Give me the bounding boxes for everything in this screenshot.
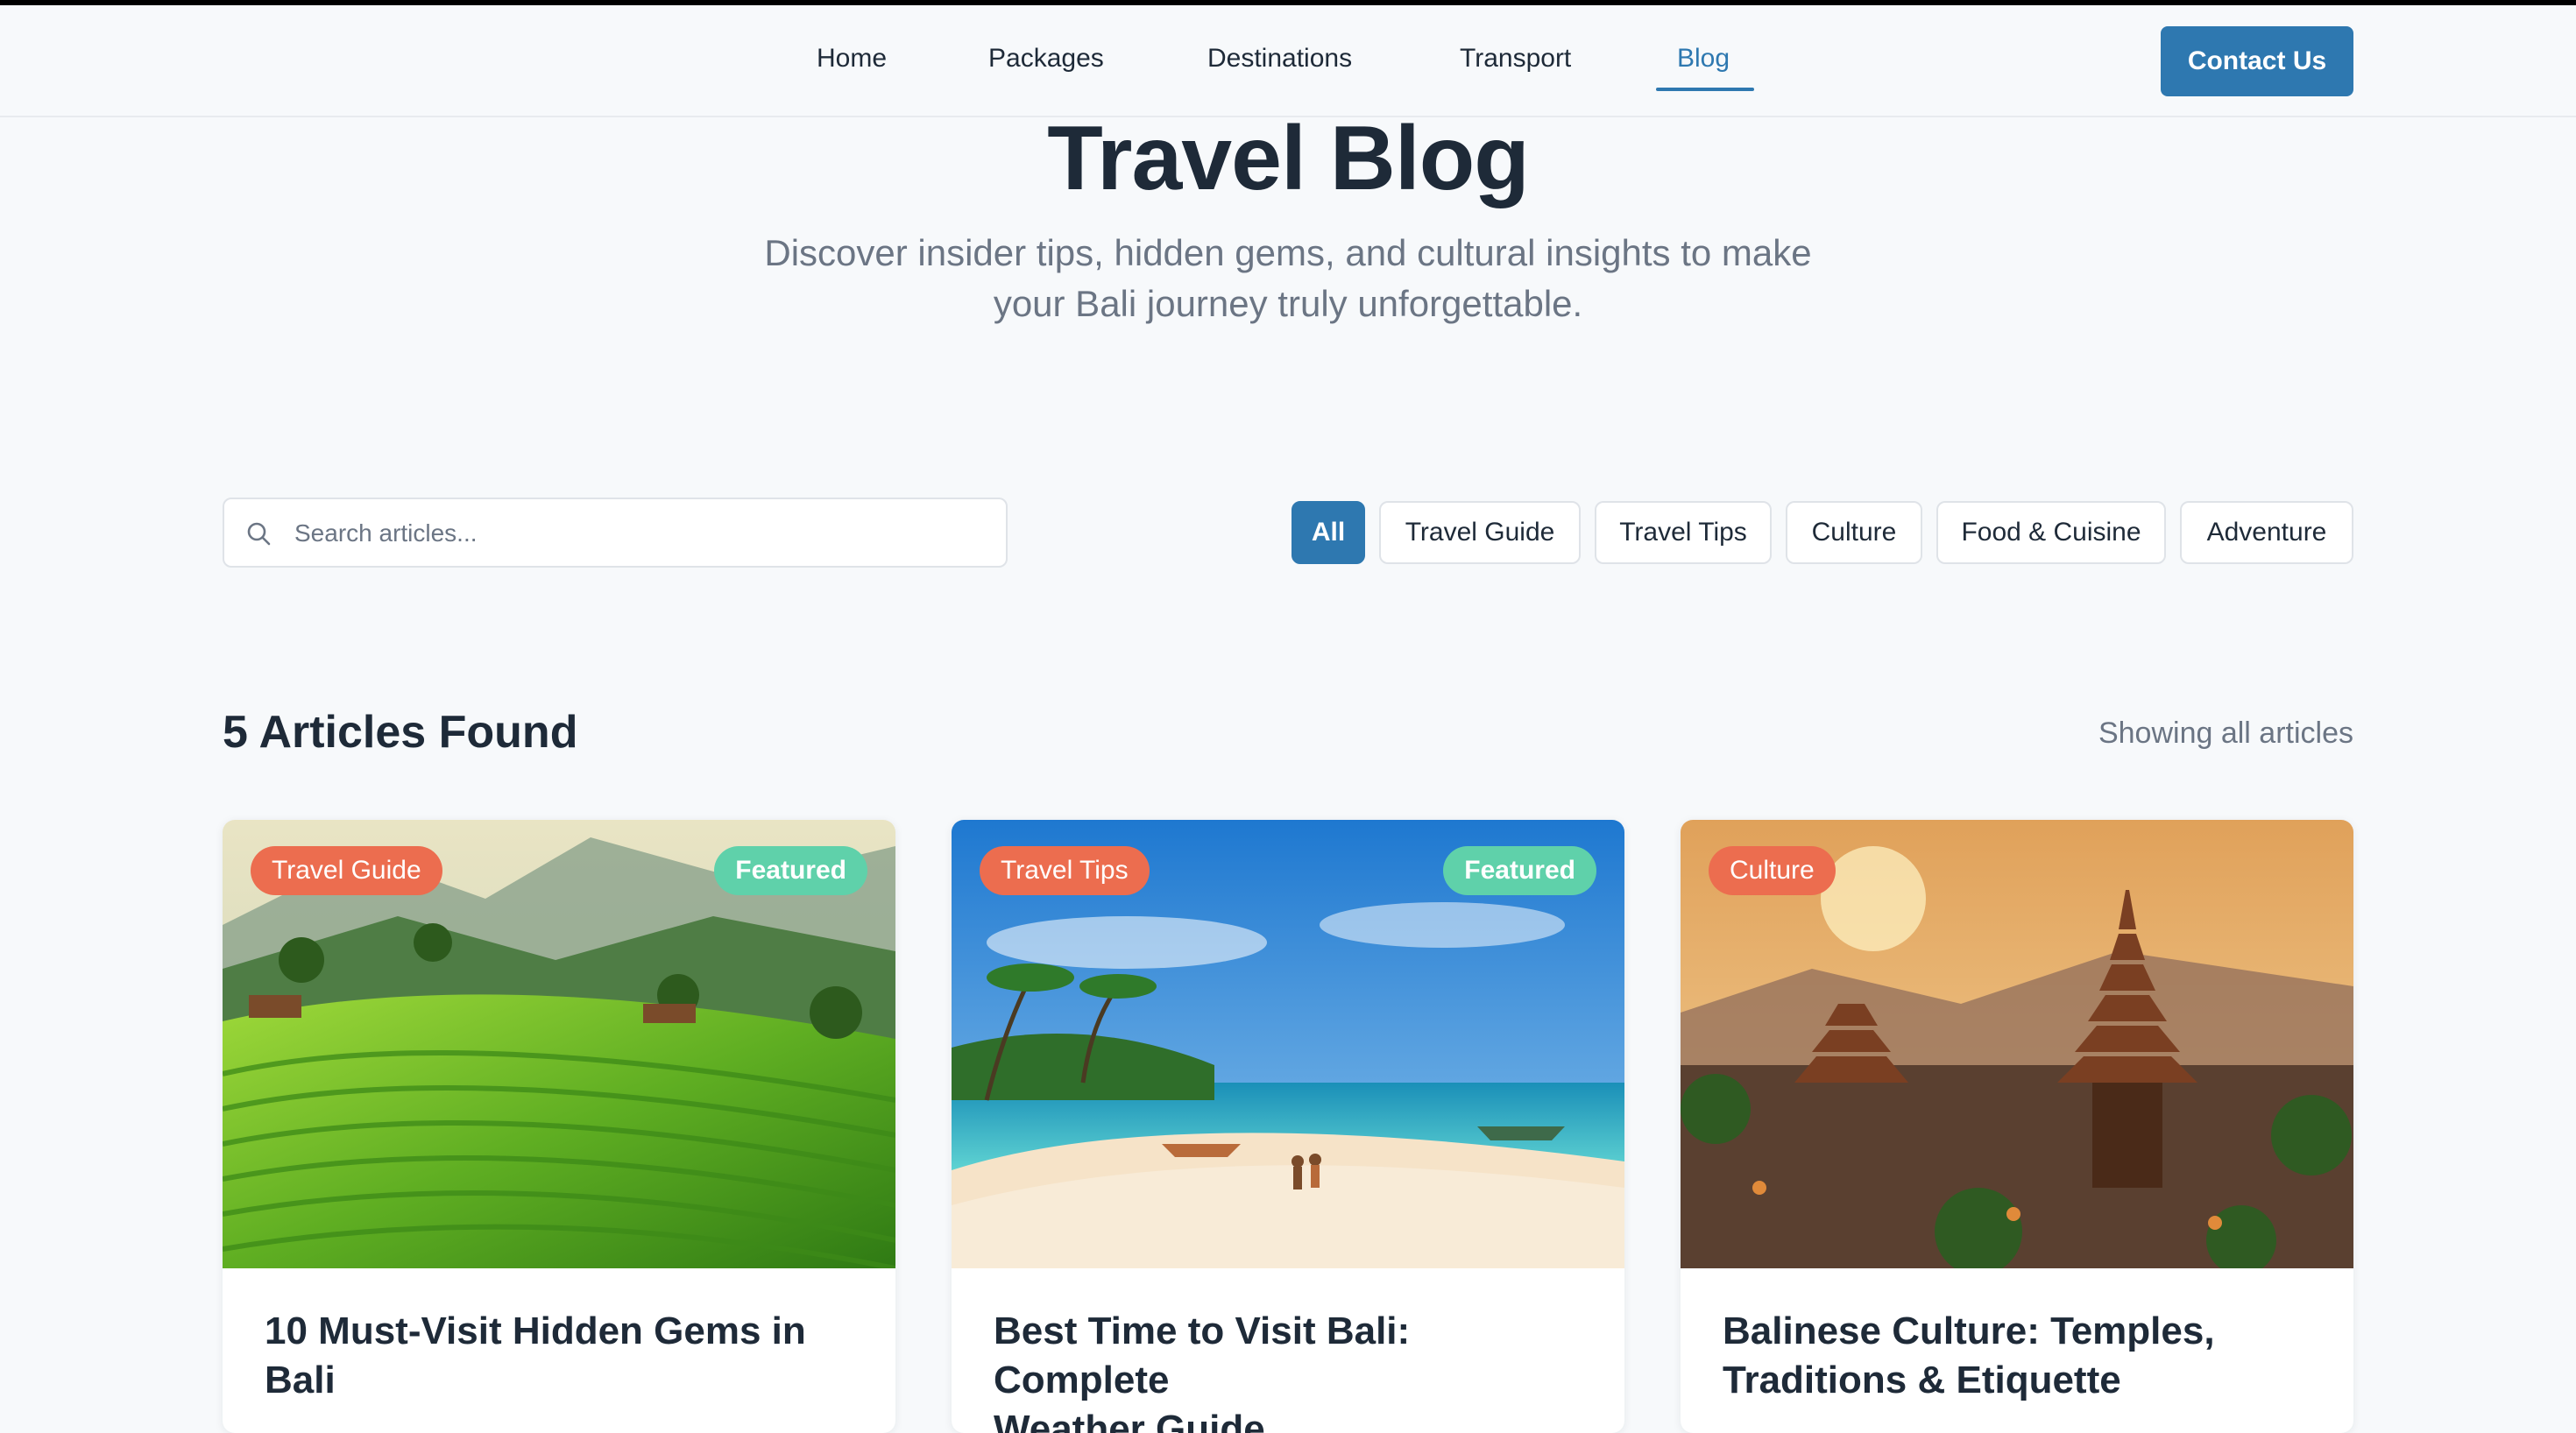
featured-badge: Featured <box>714 846 867 895</box>
page-subtitle-line-1: Discover insider tips, hidden gems, and … <box>764 232 1812 273</box>
page-subtitle: Discover insider tips, hidden gems, and … <box>675 228 1901 329</box>
nav-active-indicator <box>1656 88 1754 91</box>
nav-blog[interactable]: Blog <box>1677 44 1730 74</box>
results-count: 5 Articles Found <box>223 707 578 758</box>
article-card[interactable]: Culture Balinese Culture: Temples, Tradi… <box>1681 820 2353 1433</box>
results-status: Showing all articles <box>2098 716 2353 750</box>
article-title[interactable]: 10 Must-Visit Hidden Gems in Bali <box>265 1307 860 1405</box>
nav-destinations[interactable]: Destinations <box>1207 44 1352 74</box>
category-badge: Culture <box>1709 846 1836 895</box>
navbar: Home Packages Destinations Transport Blo… <box>0 5 2576 117</box>
article-title-line-2: Bali <box>265 1359 336 1401</box>
page-subtitle-line-2: your Bali journey truly unforgettable. <box>993 283 1583 324</box>
article-title[interactable]: Best Time to Visit Bali: Complete Weathe… <box>994 1307 1589 1433</box>
filter-food-cuisine[interactable]: Food & Cuisine <box>1936 501 2166 564</box>
article-title[interactable]: Balinese Culture: Temples, Traditions & … <box>1723 1307 2318 1405</box>
filter-culture[interactable]: Culture <box>1786 501 1922 564</box>
filter-all[interactable]: All <box>1292 501 1365 564</box>
featured-badge: Featured <box>1443 846 1596 895</box>
article-title-line-1: Best Time to Visit Bali: Complete <box>994 1309 1411 1401</box>
article-title-line-1: 10 Must-Visit Hidden Gems in <box>265 1309 806 1352</box>
search-box[interactable] <box>223 498 1008 568</box>
article-card[interactable]: Travel Guide Featured 10 Must-Visit Hidd… <box>223 820 895 1433</box>
filter-travel-guide[interactable]: Travel Guide <box>1379 501 1581 564</box>
article-title-line-2: Weather Guide <box>994 1408 1265 1433</box>
contact-us-button[interactable]: Contact Us <box>2161 26 2353 96</box>
page-title: Travel Blog <box>1047 108 1530 209</box>
search-input[interactable] <box>294 512 978 555</box>
article-title-line-2: Traditions & Etiquette <box>1723 1359 2121 1401</box>
nav-packages[interactable]: Packages <box>988 44 1104 74</box>
category-badge: Travel Guide <box>251 846 442 895</box>
article-card[interactable]: Travel Tips Featured Best Time to Visit … <box>952 820 1624 1433</box>
category-badge: Travel Tips <box>980 846 1150 895</box>
nav-transport[interactable]: Transport <box>1460 44 1571 74</box>
search-icon <box>247 522 271 546</box>
filter-travel-tips[interactable]: Travel Tips <box>1595 501 1772 564</box>
nav-home[interactable]: Home <box>817 44 887 74</box>
filter-adventure[interactable]: Adventure <box>2180 501 2353 564</box>
article-title-line-1: Balinese Culture: Temples, <box>1723 1309 2215 1352</box>
